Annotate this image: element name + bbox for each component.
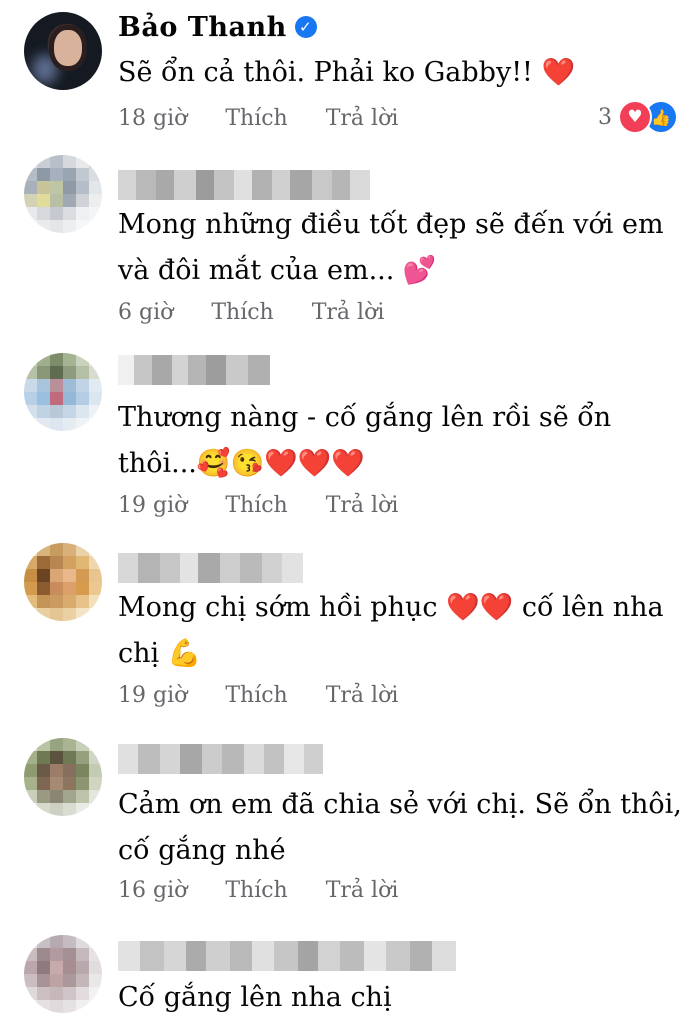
comment-text: Mong những điều tốt đẹp sẽ đến với em và…: [118, 202, 664, 294]
comment-text-line: cố gắng nhé: [118, 835, 286, 866]
comment-text-line: Cố gắng lên nha chị: [118, 982, 392, 1013]
avatar[interactable]: [24, 935, 102, 1013]
comment-time: 19 giờ: [118, 493, 188, 518]
comment-author-blurred[interactable]: [118, 355, 270, 385]
like-button[interactable]: Thích: [211, 300, 273, 325]
avatar[interactable]: [24, 12, 102, 90]
comment-time: 19 giờ: [118, 683, 188, 708]
comment-text-line: Mong chị sớm hồi phục ❤️❤️ cố lên nha: [118, 592, 664, 623]
comment-text: Cảm ơn em đã chia sẻ với chị. Sẽ ổn thôi…: [118, 782, 682, 874]
comment-text: Mong chị sớm hồi phục ❤️❤️ cố lên nha ch…: [118, 585, 664, 677]
reply-button[interactable]: Trả lời: [326, 878, 399, 903]
comment-author-row: Bảo Thanh ✓: [118, 12, 317, 43]
comment-item: Cố gắng lên nha chị: [0, 925, 700, 1020]
comment-actions: 6 giờ Thích Trả lời: [118, 300, 384, 325]
avatar[interactable]: [24, 738, 102, 816]
comment-text: Thương nàng - cố gắng lên rồi sẽ ổn thôi…: [118, 395, 611, 487]
reply-button[interactable]: Trả lời: [326, 683, 399, 708]
comment-text-line: chị 💪: [118, 638, 202, 669]
verified-badge-icon: ✓: [294, 16, 317, 38]
comment-text-line: Sẽ ổn cả thôi. Phải ko Gabby!! ❤️: [118, 57, 576, 88]
reply-button[interactable]: Trả lời: [326, 493, 399, 518]
like-button[interactable]: Thích: [225, 878, 287, 903]
avatar[interactable]: [24, 155, 102, 233]
avatar[interactable]: [24, 353, 102, 431]
comment-text: Sẽ ổn cả thôi. Phải ko Gabby!! ❤️: [118, 50, 575, 96]
comment-author-blurred[interactable]: [118, 170, 370, 200]
comment-text-line: Cảm ơn em đã chia sẻ với chị. Sẽ ổn thôi…: [118, 789, 682, 820]
comment-item: Thương nàng - cố gắng lên rồi sẽ ổn thôi…: [0, 345, 700, 535]
comment-item: Mong những điều tốt đẹp sẽ đến với em và…: [0, 150, 700, 345]
comment-actions: 19 giờ Thích Trả lời: [118, 683, 398, 708]
comment-actions: 18 giờ Thích Trả lời: [118, 106, 398, 131]
comment-text-line: Mong những điều tốt đẹp sẽ đến với em: [118, 209, 664, 240]
comment-text: Cố gắng lên nha chị: [118, 975, 392, 1021]
comment-time: 18 giờ: [118, 106, 188, 131]
comment-author-blurred[interactable]: [118, 553, 303, 583]
heart-icon: ♥: [618, 100, 652, 134]
comment-text-line: Thương nàng - cố gắng lên rồi sẽ ổn: [118, 402, 612, 433]
reply-button[interactable]: Trả lời: [312, 300, 385, 325]
reply-button[interactable]: Trả lời: [326, 106, 399, 131]
like-button[interactable]: Thích: [225, 683, 287, 708]
like-button[interactable]: Thích: [225, 106, 287, 131]
avatar[interactable]: [24, 543, 102, 621]
comment-author-blurred[interactable]: [118, 744, 323, 774]
comment-item: Mong chị sớm hồi phục ❤️❤️ cố lên nha ch…: [0, 535, 700, 730]
reaction-summary[interactable]: 3 ♥ 👍: [598, 100, 678, 134]
reaction-count: 3: [598, 104, 612, 130]
comment-item: Bảo Thanh ✓ Sẽ ổn cả thôi. Phải ko Gabby!…: [0, 0, 700, 150]
comment-actions: 16 giờ Thích Trả lời: [118, 878, 398, 903]
comment-item: Cảm ơn em đã chia sẻ với chị. Sẽ ổn thôi…: [0, 730, 700, 925]
comment-actions: 19 giờ Thích Trả lời: [118, 493, 398, 518]
comment-text-line: và đôi mắt của em... 💕: [118, 255, 437, 286]
comment-time: 16 giờ: [118, 878, 188, 903]
comment-author[interactable]: Bảo Thanh: [118, 12, 287, 43]
like-button[interactable]: Thích: [225, 493, 287, 518]
comment-time: 6 giờ: [118, 300, 174, 325]
comment-text-line: thôi...🥰😘❤️❤️❤️: [118, 448, 365, 479]
comment-author-blurred[interactable]: [118, 941, 456, 971]
